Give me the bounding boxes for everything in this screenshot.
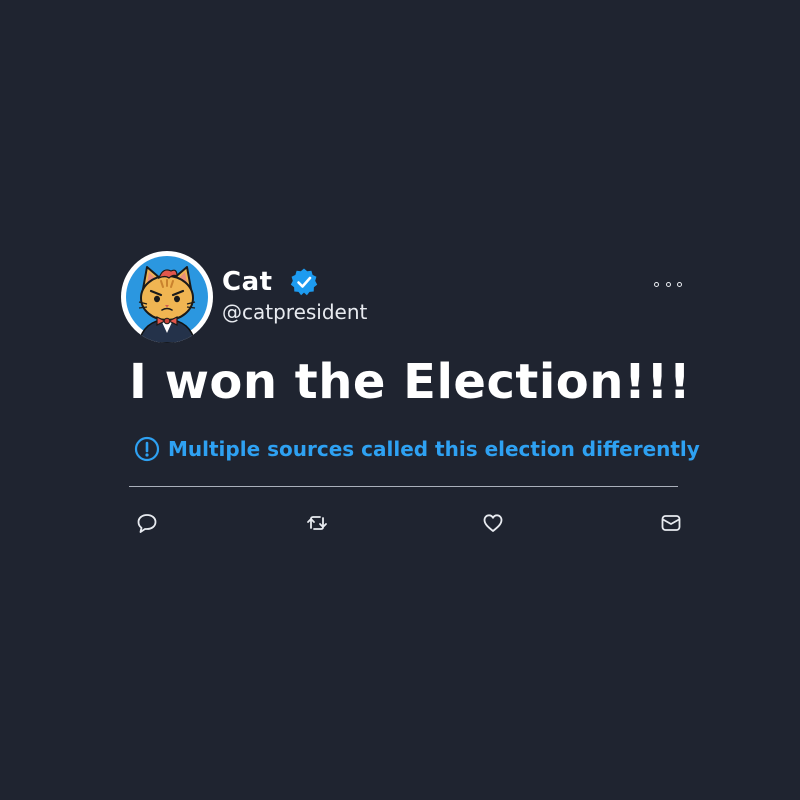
retweet-icon [307, 516, 327, 530]
heart-icon [483, 514, 503, 532]
election-notice-text: Multiple sources called this election di… [168, 437, 700, 461]
retweet-button[interactable] [306, 512, 328, 534]
more-options-button[interactable] [654, 274, 682, 294]
more-dot [665, 281, 671, 287]
comment-icon [137, 514, 157, 533]
divider [129, 486, 678, 487]
cat-avatar-image [126, 256, 208, 343]
verified-badge-icon [289, 267, 319, 297]
name-row: Cat [222, 264, 319, 300]
avatar[interactable] [121, 251, 213, 343]
reply-button[interactable] [136, 512, 158, 534]
share-button[interactable] [660, 512, 682, 534]
like-button[interactable] [482, 512, 504, 534]
tweet-card: Cat @catpresident I won the Election!!! … [120, 250, 700, 540]
user-handle[interactable]: @catpresident [222, 300, 367, 324]
exclamation-circle-icon [134, 436, 160, 462]
display-name[interactable]: Cat [222, 267, 273, 297]
more-dot [654, 281, 659, 287]
election-notice-link[interactable]: Multiple sources called this election di… [134, 436, 700, 462]
more-dot [677, 281, 682, 287]
tweet-text: I won the Election!!! [129, 354, 692, 410]
share-icon [661, 515, 681, 531]
